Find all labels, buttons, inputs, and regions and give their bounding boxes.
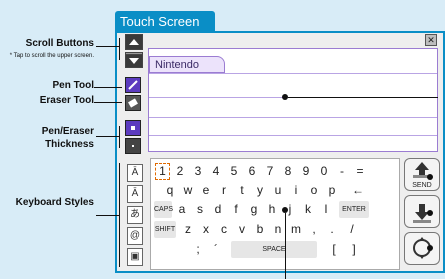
key-bracket-right[interactable]: ] — [347, 241, 361, 258]
callout-thickness: Pen/Eraser Thickness — [41, 126, 94, 150]
note-line — [149, 73, 437, 74]
arrow-up-icon — [129, 39, 139, 45]
thick-dot-icon — [131, 126, 135, 130]
key-equals[interactable]: = — [353, 163, 367, 180]
callout-scroll-buttons: Scroll Buttons — [25, 38, 94, 49]
callout-dot-receive — [427, 210, 433, 216]
leader-line — [96, 46, 120, 47]
key-l[interactable]: l — [319, 201, 333, 218]
copy-button[interactable] — [404, 232, 440, 265]
key-i[interactable]: i — [289, 182, 303, 199]
key-h[interactable]: h — [265, 201, 279, 218]
key-caps[interactable]: CAPS — [154, 201, 173, 218]
key-o[interactable]: o — [307, 182, 321, 199]
touch-screen-title: Touch Screen — [115, 11, 215, 33]
key-u[interactable]: u — [271, 182, 285, 199]
key-semicolon[interactable]: ; — [191, 241, 205, 258]
leader-line — [94, 87, 122, 88]
note-line — [149, 117, 437, 118]
key-f[interactable]: f — [229, 201, 243, 218]
key-w[interactable]: w — [181, 182, 195, 199]
eraser-tool-button[interactable] — [125, 95, 141, 111]
leader-line — [288, 97, 438, 98]
style-button-1[interactable]: Ā — [127, 164, 143, 182]
key-minus[interactable]: - — [335, 163, 349, 180]
callout-dot-copy — [427, 245, 433, 251]
key-slash[interactable]: / — [345, 221, 359, 238]
callout-dot-send — [427, 174, 433, 180]
key-backspace[interactable]: ← — [347, 182, 369, 199]
style-button-symbols[interactable]: @ — [127, 227, 143, 245]
key-r[interactable]: r — [217, 182, 231, 199]
leader-line — [119, 126, 120, 148]
key-3[interactable]: 3 — [191, 163, 205, 180]
key-5[interactable]: 5 — [227, 163, 241, 180]
key-x[interactable]: x — [199, 221, 213, 238]
callout-pen-tool: Pen Tool — [52, 80, 94, 91]
key-y[interactable]: y — [253, 182, 267, 199]
style-button-hiragana[interactable]: あ — [127, 206, 143, 224]
style-button-2[interactable]: Ā — [127, 185, 143, 203]
key-bracket-left[interactable]: [ — [327, 241, 341, 258]
key-a[interactable]: a — [175, 201, 189, 218]
leader-line — [94, 102, 122, 103]
key-p[interactable]: p — [325, 182, 339, 199]
key-b[interactable]: b — [253, 221, 267, 238]
key-9[interactable]: 9 — [299, 163, 313, 180]
key-s[interactable]: s — [193, 201, 207, 218]
key-c[interactable]: c — [217, 221, 231, 238]
leader-line — [96, 215, 120, 216]
key-7[interactable]: 7 — [263, 163, 277, 180]
keyboard: 1 2 3 4 5 6 7 8 9 0 - = q w e r t y u i … — [150, 158, 400, 270]
receive-button[interactable] — [404, 195, 440, 228]
key-6[interactable]: 6 — [245, 163, 259, 180]
scroll-down-button[interactable] — [125, 54, 143, 68]
key-v[interactable]: v — [235, 221, 249, 238]
key-m[interactable]: m — [289, 221, 303, 238]
key-period[interactable]: . — [325, 221, 339, 238]
send-label: SEND — [412, 182, 432, 189]
note-tab: Nintendo — [149, 56, 225, 73]
key-g[interactable]: g — [247, 201, 261, 218]
pen-icon — [128, 80, 138, 90]
callout-scroll-note: * Tap to scroll the upper screen. — [9, 53, 94, 59]
key-1[interactable]: 1 — [155, 163, 170, 180]
key-2[interactable]: 2 — [173, 163, 187, 180]
send-arrow-icon — [413, 162, 431, 178]
arrow-down-icon — [129, 58, 139, 64]
thickness-thick-button[interactable] — [125, 120, 141, 136]
key-q[interactable]: q — [163, 182, 177, 199]
key-8[interactable]: 8 — [281, 163, 295, 180]
key-k[interactable]: k — [301, 201, 315, 218]
leader-line — [285, 213, 286, 279]
leader-line — [119, 38, 120, 60]
key-comma[interactable]: , — [307, 221, 321, 238]
thickness-thin-button[interactable] — [125, 138, 141, 154]
close-icon[interactable]: ✕ — [425, 34, 437, 46]
key-4[interactable]: 4 — [209, 163, 223, 180]
key-d[interactable]: d — [211, 201, 225, 218]
key-e[interactable]: e — [199, 182, 213, 199]
eraser-icon — [128, 98, 138, 108]
scroll-up-button[interactable] — [125, 34, 143, 50]
key-space[interactable]: SPACE — [231, 241, 317, 258]
key-apostrophe[interactable]: ´ — [209, 241, 223, 258]
style-button-pictures[interactable]: ▣ — [127, 248, 143, 266]
leader-line — [119, 163, 120, 267]
receive-arrow-icon — [413, 204, 431, 223]
copy-arrows-icon — [413, 237, 431, 259]
thin-dot-icon — [132, 145, 134, 147]
key-t[interactable]: t — [235, 182, 249, 199]
key-n[interactable]: n — [271, 221, 285, 238]
key-shift[interactable]: SHIFT — [154, 221, 176, 238]
note-line — [149, 135, 437, 136]
leader-line — [96, 136, 120, 137]
key-z[interactable]: z — [181, 221, 195, 238]
key-enter[interactable]: ENTER — [339, 201, 369, 218]
pen-tool-button[interactable] — [125, 77, 141, 93]
callout-eraser-tool: Eraser Tool — [39, 95, 94, 106]
key-0[interactable]: 0 — [317, 163, 331, 180]
callout-keyboard-styles: Keyboard Styles — [15, 197, 94, 208]
